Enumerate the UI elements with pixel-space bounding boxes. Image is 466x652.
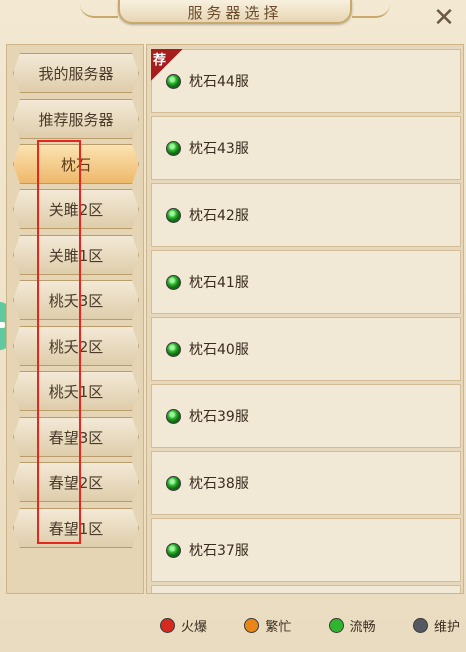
server-name: 枕石41服 — [189, 275, 249, 291]
server-item[interactable]: 荐 枕石44服 — [151, 49, 461, 113]
legend-hot: 火爆 — [160, 616, 207, 635]
status-busy-icon — [244, 617, 260, 633]
status-smooth-icon — [166, 207, 181, 223]
server-item[interactable]: 枕石43服 — [151, 116, 461, 180]
side-tab-icon — [0, 322, 5, 328]
server-name: 枕石39服 — [189, 409, 249, 425]
server-name: 枕石42服 — [189, 208, 249, 224]
status-smooth-icon — [166, 274, 181, 290]
status-hot-icon — [160, 617, 175, 633]
recommend-badge-label: 荐 — [153, 53, 167, 68]
recommend-badge: 荐 — [151, 49, 183, 81]
legend-smooth: 流畅 — [328, 616, 376, 635]
server-item[interactable]: 枕石37服 — [151, 518, 461, 582]
header-ornament-left — [80, 2, 118, 18]
legend-label: 繁忙 — [265, 619, 292, 635]
category-taoyao-2[interactable]: 桃夭2区 — [13, 326, 139, 366]
server-item[interactable]: 枕石38服 — [151, 451, 461, 515]
server-name: 枕石38服 — [189, 476, 249, 492]
server-name: 枕石40服 — [189, 342, 249, 358]
status-smooth-icon — [328, 617, 344, 633]
status-smooth-icon — [166, 140, 181, 156]
status-maintenance-icon — [412, 617, 428, 633]
legend-label: 火爆 — [181, 619, 208, 635]
server-item[interactable]: 枕石40服 — [151, 317, 461, 381]
server-list: 荐 枕石44服 枕石43服 枕石42服 枕石41服 枕石40服 枕石39服 枕石… — [146, 44, 464, 594]
server-name: 枕石37服 — [189, 543, 249, 559]
server-item[interactable]: 枕石42服 — [151, 183, 461, 247]
status-smooth-icon — [166, 542, 181, 558]
category-zhenshi[interactable]: 枕石 — [13, 144, 139, 184]
category-my-servers[interactable]: 我的服务器 — [13, 53, 139, 93]
legend-maintenance: 维护 — [412, 616, 460, 635]
header-banner: 服务器选择 — [80, 0, 390, 24]
server-name: 枕石44服 — [189, 74, 249, 90]
legend-label: 维护 — [433, 619, 460, 635]
category-guanju-1[interactable]: 关雎1区 — [13, 235, 139, 275]
category-chunwang-2[interactable]: 春望2区 — [13, 462, 139, 502]
category-guanju-2[interactable]: 关雎2区 — [13, 189, 139, 229]
category-recommended[interactable]: 推荐服务器 — [13, 99, 139, 139]
category-taoyao-1[interactable]: 桃夭1区 — [13, 371, 139, 411]
server-select-panel: 服务器选择 ✕ 我的服务器 推荐服务器 枕石 关雎2区 关雎1区 桃夭3区 桃夭… — [0, 0, 466, 652]
close-icon: ✕ — [433, 3, 455, 33]
category-chunwang-1[interactable]: 春望1区 — [13, 508, 139, 548]
category-taoyao-3[interactable]: 桃夭3区 — [13, 280, 139, 320]
server-item[interactable]: 枕石39服 — [151, 384, 461, 448]
server-item-partial[interactable] — [151, 585, 461, 593]
status-smooth-icon — [166, 475, 181, 491]
category-list: 我的服务器 推荐服务器 枕石 关雎2区 关雎1区 桃夭3区 桃夭2区 桃夭1区 … — [6, 44, 144, 594]
status-smooth-icon — [166, 408, 181, 424]
status-legend: 火爆 繁忙 流畅 维护 — [160, 610, 460, 640]
page-title: 服务器选择 — [187, 4, 283, 22]
legend-label: 流畅 — [349, 619, 376, 635]
server-item[interactable]: 枕石41服 — [151, 250, 461, 314]
legend-busy: 繁忙 — [244, 616, 291, 635]
server-name: 枕石43服 — [189, 141, 249, 157]
status-smooth-icon — [166, 341, 181, 357]
category-chunwang-3[interactable]: 春望3区 — [13, 417, 139, 457]
header-ornament-right — [352, 2, 390, 18]
close-button[interactable]: ✕ — [428, 2, 460, 34]
